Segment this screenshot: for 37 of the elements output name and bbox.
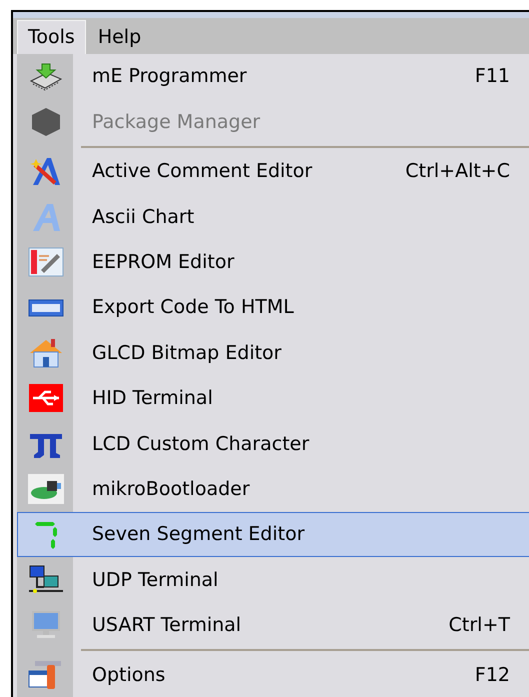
menu-bar-item[interactable]: Help [88, 20, 152, 54]
menu-item-label: GLCD Bitmap Editor [92, 340, 282, 366]
menu-item-label: Ascii Chart [92, 204, 194, 230]
menu-item-label: LCD Custom Character [92, 432, 310, 457]
menu-item[interactable]: Export Code To HTML [17, 284, 529, 330]
menu-item-label: USART Terminal [92, 613, 242, 638]
shortcut-text: F12 [474, 662, 510, 688]
menu-item[interactable]: mikroBootloader [17, 466, 529, 512]
network-computers-icon [27, 564, 65, 596]
menu-item[interactable]: USART Terminal Ctrl+T [17, 602, 529, 648]
menu-item[interactable]: GLCD Bitmap Editor [17, 330, 529, 376]
notepad-icon [27, 246, 65, 278]
menu-item[interactable]: mE Programmer F11 [17, 54, 529, 100]
menu-item-label: UDP Terminal [92, 568, 218, 593]
menu-item[interactable]: EEPROM Editor [17, 240, 529, 285]
shortcut-text: Ctrl+T [448, 613, 510, 638]
menu-item-label: Options [92, 662, 166, 688]
menu-item-label: Seven Segment Editor [92, 522, 305, 548]
menu-item[interactable]: Options F12 [17, 652, 529, 697]
shortcut-text: Ctrl+Alt+C [405, 159, 510, 184]
menu-bar-item[interactable]: Tools [17, 20, 86, 54]
menu-item-label: mikroBootloader [92, 476, 250, 502]
menu-item-label: Export Code To HTML [92, 295, 294, 320]
menu-item[interactable]: Active Comment Editor Ctrl+Alt+C [17, 148, 529, 194]
menu-item[interactable]: UDP Terminal [17, 557, 529, 603]
menu-item-label: EEPROM Editor [92, 250, 234, 275]
usb-icon [27, 382, 65, 414]
menu-item-label: HID Terminal [92, 386, 213, 412]
shortcut-text: F11 [474, 64, 510, 90]
menu-item-label: Package Manager [92, 110, 260, 135]
menu-item[interactable]: Seven Segment Editor [17, 512, 529, 558]
menu-item-label: mE Programmer [92, 64, 247, 90]
menu-item-label: Active Comment Editor [92, 159, 312, 184]
circuit-board-icon [27, 473, 65, 506]
menu-item[interactable]: LCD Custom Character [17, 421, 529, 467]
menu-item[interactable]: HID Terminal [17, 376, 529, 422]
menu-item[interactable]: Ascii Chart [17, 194, 529, 240]
